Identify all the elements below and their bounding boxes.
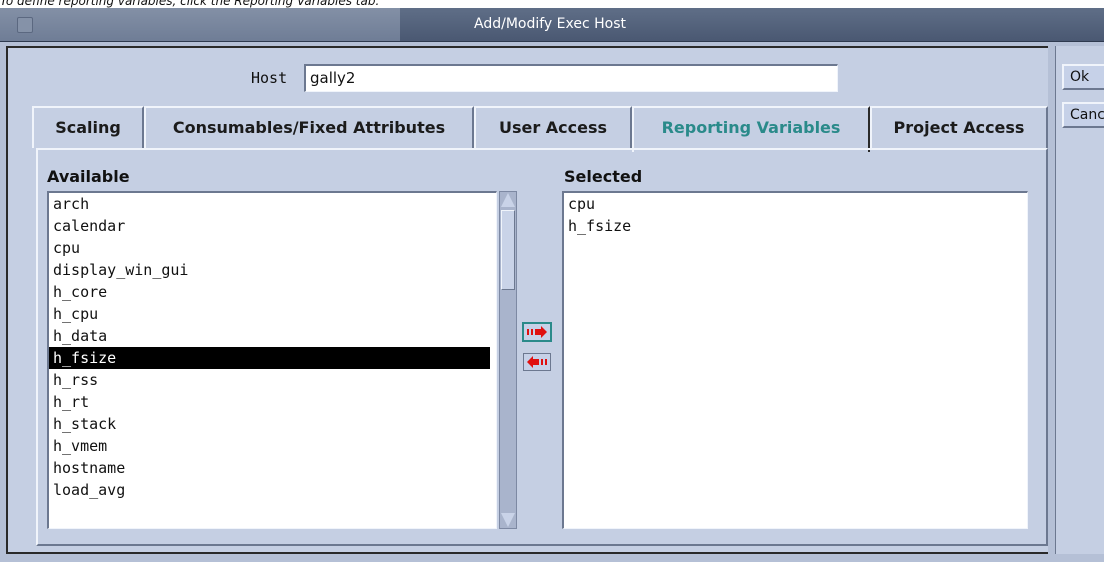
list-item[interactable]: cpu [564,193,1027,215]
list-item[interactable]: h_data [49,325,496,347]
remove-from-selected-button[interactable] [523,353,551,371]
list-item-selected[interactable]: h_fsize [49,347,490,369]
tab-reporting-variables[interactable]: Reporting Variables [632,106,870,152]
tab-consumables[interactable]: Consumables/Fixed Attributes [144,106,474,148]
list-item[interactable]: display_win_gui [49,259,496,281]
tab-project-access[interactable]: Project Access [870,106,1048,148]
list-item[interactable]: h_stack [49,413,496,435]
scroll-down-arrow-icon[interactable] [501,513,515,527]
cancel-button[interactable]: Cancel [1062,102,1104,128]
list-item[interactable]: h_fsize [564,215,1027,237]
host-label: Host [251,69,288,87]
list-item[interactable]: h_vmem [49,435,496,457]
window-menu-icon[interactable] [17,17,33,33]
window-title: Add/Modify Exec Host [474,16,626,32]
list-item[interactable]: h_rss [49,369,496,391]
side-button-panel: Ok Cancel [1055,46,1104,554]
list-item[interactable]: arch [49,193,496,215]
available-scrollbar[interactable] [499,191,517,529]
right-arrow-icon [527,326,547,338]
add-to-selected-button[interactable] [522,322,552,342]
scroll-up-arrow-icon[interactable] [501,193,515,207]
list-item[interactable]: h_core [49,281,496,303]
available-label: Available [47,167,130,186]
titlebar-shade [0,8,400,41]
available-listbox[interactable]: arch calendar cpu display_win_gui h_core… [47,191,497,529]
left-arrow-icon [527,356,547,368]
host-input[interactable]: gally2 [304,64,838,92]
tab-user-access[interactable]: User Access [474,106,632,148]
list-item[interactable]: calendar [49,215,496,237]
list-item[interactable]: load_avg [49,479,496,501]
scroll-thumb[interactable] [501,210,515,290]
window-titlebar[interactable]: Add/Modify Exec Host [0,8,1104,42]
selected-label: Selected [564,167,643,186]
caption-text: To define reporting variables, click the… [0,0,380,8]
tab-scaling[interactable]: Scaling [32,106,144,148]
list-item[interactable]: cpu [49,237,496,259]
list-item[interactable]: h_cpu [49,303,496,325]
ok-button[interactable]: Ok [1062,64,1104,90]
list-item[interactable]: hostname [49,457,496,479]
selected-listbox[interactable]: cpu h_fsize [562,191,1028,529]
list-item[interactable]: h_rt [49,391,496,413]
